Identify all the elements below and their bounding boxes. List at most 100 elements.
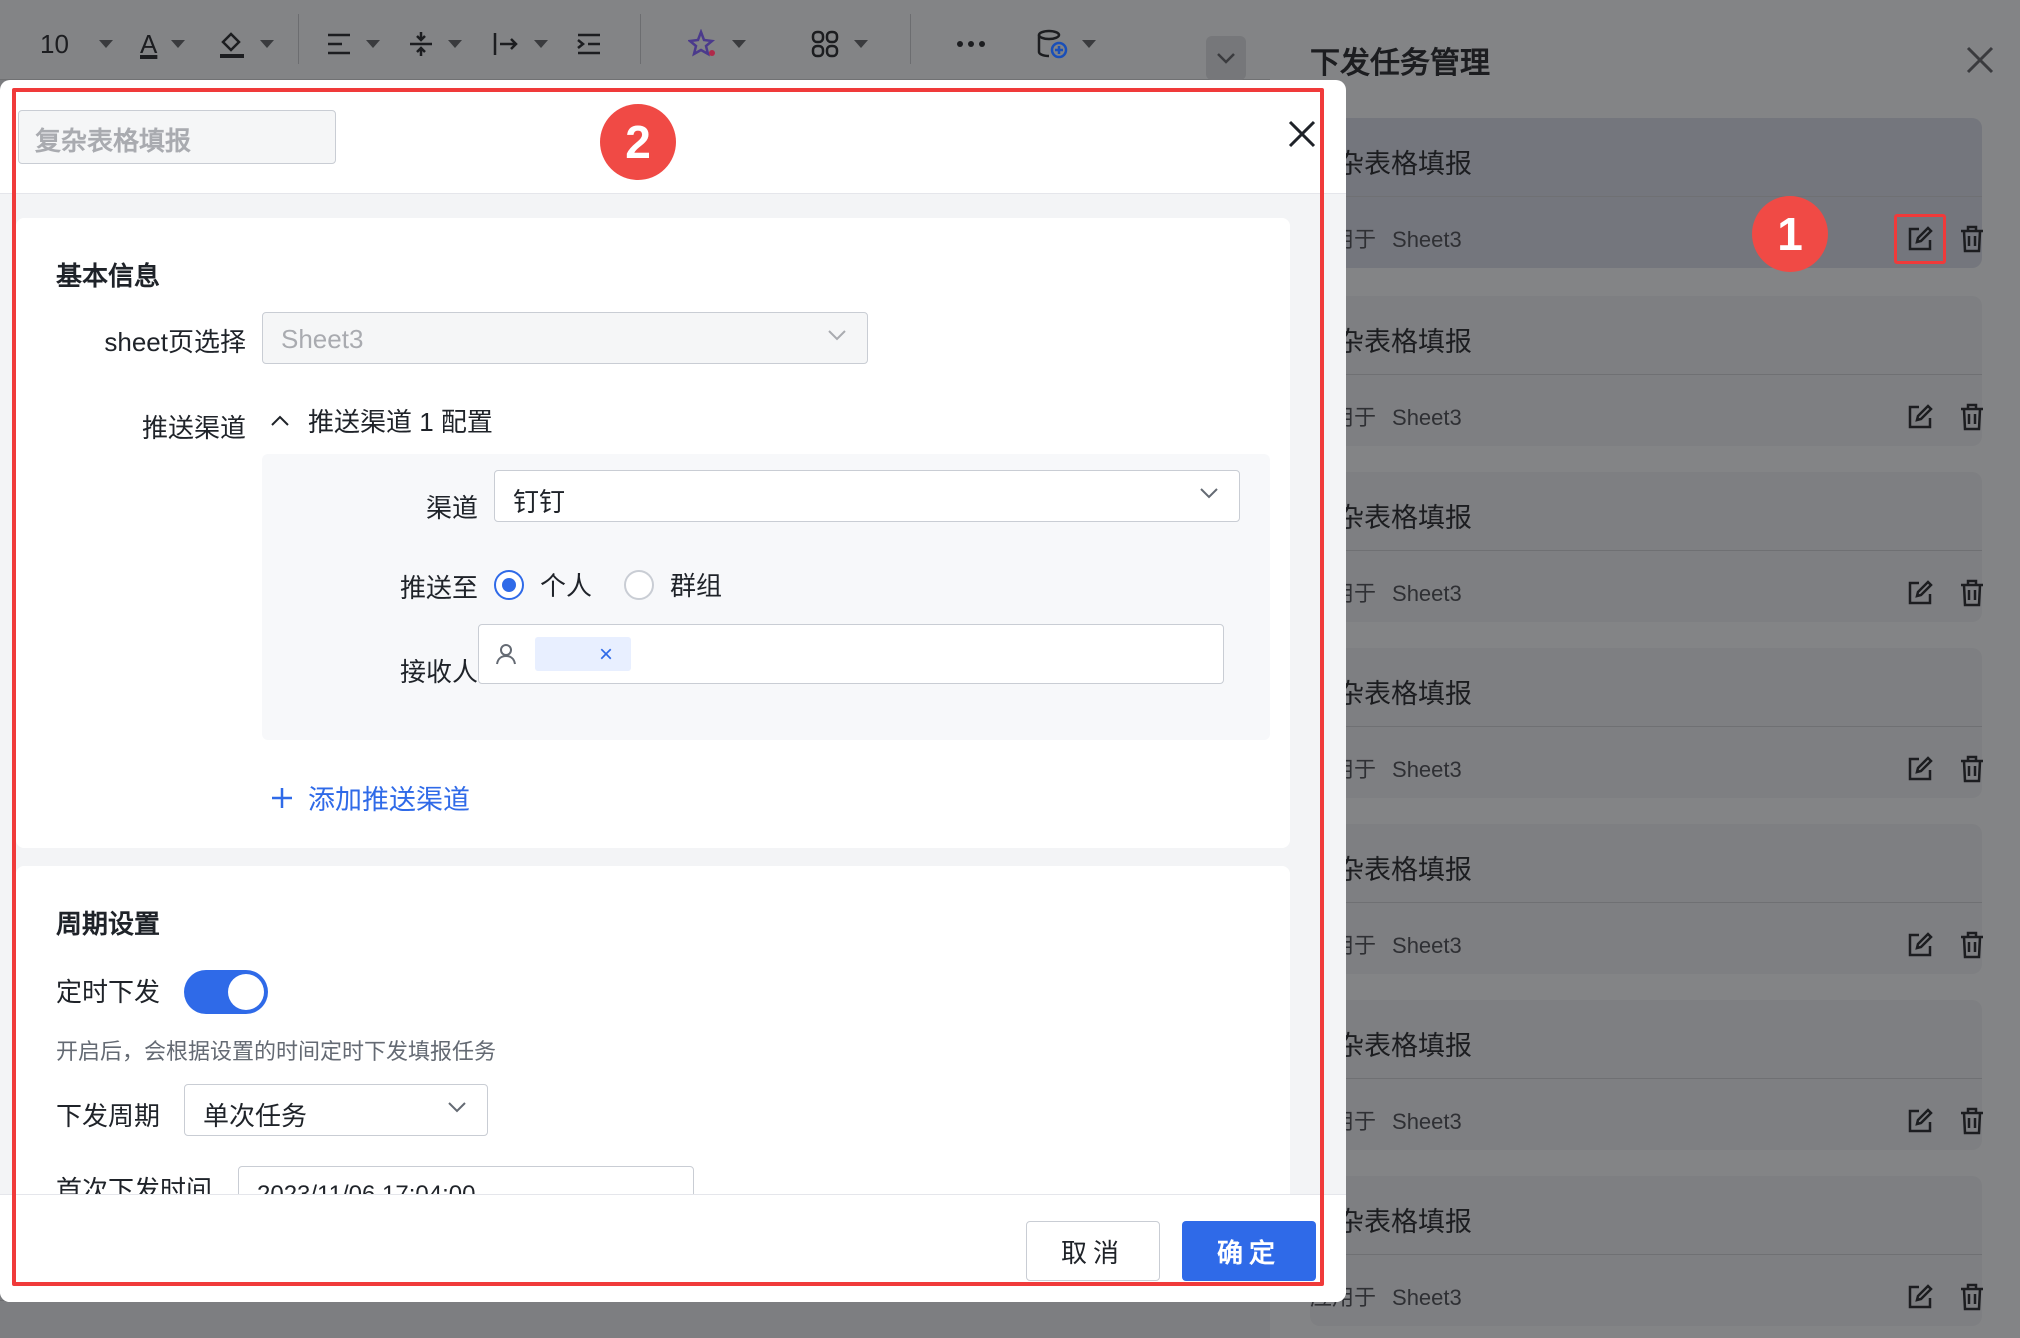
delete-task-button[interactable] xyxy=(1946,214,1998,264)
delete-task-button[interactable] xyxy=(1946,392,1998,442)
vertical-align-button[interactable] xyxy=(408,22,462,66)
add-channel-button[interactable]: 添加推送渠道 xyxy=(270,778,470,817)
task-card[interactable]: 复杂表格填报 应用于Sheet3 xyxy=(1310,118,1983,268)
remove-tag-icon[interactable]: × xyxy=(599,641,613,669)
collapse-toolbar-button[interactable] xyxy=(1206,36,1246,80)
task-sheet: Sheet3 xyxy=(1392,581,1462,606)
trash-icon xyxy=(1961,1107,1983,1135)
user-icon xyxy=(496,644,516,665)
first-time-value: 2023/11/06 17:04:00 xyxy=(257,1181,475,1194)
timed-toggle[interactable] xyxy=(184,970,268,1014)
task-divider xyxy=(1310,196,1982,197)
delete-task-button[interactable] xyxy=(1946,1096,1998,1146)
confirm-button[interactable]: 确定 xyxy=(1182,1221,1316,1281)
align-left-icon xyxy=(328,33,350,55)
grid-apps-icon xyxy=(811,30,839,58)
chevron-down-icon xyxy=(260,40,274,48)
font-size-value: 10 xyxy=(40,28,69,59)
edit-task-button[interactable] xyxy=(1894,744,1946,794)
task-divider xyxy=(1310,374,1982,375)
push-to-group-radio[interactable]: 群组 xyxy=(624,566,722,603)
clipped-first-time-row: 首次下发时间 2023/11/06 17:04:00 xyxy=(0,1166,1346,1194)
receiver-input[interactable]: × xyxy=(478,624,1224,684)
close-icon[interactable] xyxy=(1962,42,1998,78)
radio-unchecked-icon xyxy=(624,569,654,600)
add-task-button[interactable] xyxy=(1036,22,1096,66)
cancel-button[interactable]: 取消 xyxy=(1026,1221,1160,1281)
edit-icon xyxy=(1908,404,1933,429)
edit-task-button[interactable] xyxy=(1894,1272,1946,1322)
font-color-icon: A xyxy=(140,28,158,59)
chevron-down-icon xyxy=(171,40,186,48)
edit-task-button[interactable] xyxy=(1894,392,1946,442)
indent-button[interactable] xyxy=(576,22,602,66)
chevron-down-icon xyxy=(98,40,113,48)
edit-icon xyxy=(1908,580,1933,605)
indent-icon xyxy=(577,33,600,55)
sheet-grid-strip xyxy=(0,1300,1270,1338)
sheet-label: sheet页选择 xyxy=(104,327,246,357)
toolbar-divider xyxy=(298,14,299,64)
dialog-footer: 取消 确定 xyxy=(0,1194,1346,1302)
delete-task-button[interactable] xyxy=(1946,568,1998,618)
channel-select-value: 钉钉 xyxy=(513,487,566,517)
align-button[interactable] xyxy=(326,22,380,66)
first-time-input[interactable]: 2023/11/06 17:04:00 xyxy=(238,1166,694,1194)
channel-select[interactable]: 钉钉 xyxy=(494,470,1240,522)
channel-group-toggle[interactable]: 推送渠道 1 配置 xyxy=(270,402,493,439)
text-wrap-button[interactable] xyxy=(492,22,548,66)
close-icon[interactable] xyxy=(1284,116,1320,152)
fill-color-button[interactable] xyxy=(218,22,274,66)
edit-task-button[interactable] xyxy=(1894,920,1946,970)
task-sheet: Sheet3 xyxy=(1392,1285,1462,1310)
section-title: 周期设置 xyxy=(56,909,161,939)
chevron-down-icon xyxy=(1082,40,1096,48)
more-dots-icon xyxy=(957,41,985,47)
trash-icon xyxy=(1961,931,1983,959)
edit-task-button[interactable] xyxy=(1894,214,1946,264)
task-card[interactable]: 复杂表格填报 应用于Sheet3 xyxy=(1310,1000,1983,1150)
edit-task-button[interactable] xyxy=(1894,1096,1946,1146)
task-divider xyxy=(1310,550,1982,551)
task-card[interactable]: 复杂表格填报 应用于Sheet3 xyxy=(1310,296,1983,446)
step-badge-2: 2 xyxy=(600,104,676,180)
delete-task-button[interactable] xyxy=(1946,920,1998,970)
more-button[interactable] xyxy=(956,22,986,66)
push-to-personal-radio[interactable]: 个人 xyxy=(494,566,592,603)
chevron-up-icon xyxy=(271,415,289,426)
timed-hint: 开启后，会根据设置的时间定时下发填报任务 xyxy=(56,1039,497,1064)
task-card[interactable]: 复杂表格填报 应用于Sheet3 xyxy=(1310,472,1983,622)
conditional-format-button[interactable] xyxy=(688,22,746,66)
task-card[interactable]: 复杂表格填报 应用于Sheet3 xyxy=(1310,824,1983,974)
channel-config-box: 渠道 钉钉 推送至 个人 群组 接收人 xyxy=(262,454,1270,740)
delete-task-button[interactable] xyxy=(1946,744,1998,794)
components-button[interactable] xyxy=(810,22,868,66)
chevron-down-icon xyxy=(448,40,462,48)
font-color-button[interactable]: A xyxy=(140,22,186,66)
edit-task-button[interactable] xyxy=(1894,568,1946,618)
delete-task-button[interactable] xyxy=(1946,1272,1998,1322)
sheet-select[interactable]: Sheet3 xyxy=(262,312,868,364)
edit-icon xyxy=(1908,1284,1933,1309)
task-management-panel: 下发任务管理 复杂表格填报 应用于Sheet3 复杂表格填报 应用于Sheet3… xyxy=(1270,0,2020,1338)
task-card[interactable]: 复杂表格填报 应用于Sheet3 xyxy=(1310,1176,1983,1326)
font-size-select[interactable]: 10 xyxy=(40,22,113,66)
step-badge-1: 1 xyxy=(1752,196,1828,272)
sheet-select-value: Sheet3 xyxy=(281,324,364,354)
chevron-down-icon xyxy=(1200,488,1218,499)
task-card[interactable]: 复杂表格填报 应用于Sheet3 xyxy=(1310,648,1983,798)
task-title-input[interactable]: 复杂表格填报 xyxy=(18,110,336,164)
chevron-down-icon xyxy=(1217,53,1235,64)
radio-label: 群组 xyxy=(670,571,723,601)
task-divider xyxy=(1310,902,1982,903)
trash-icon xyxy=(1961,403,1983,431)
chevron-down-icon xyxy=(854,40,868,48)
plus-icon xyxy=(272,787,292,808)
chevron-down-icon xyxy=(366,40,380,48)
format-toolbar: 10 A xyxy=(0,0,1270,80)
period-select[interactable]: 单次任务 xyxy=(184,1084,488,1136)
toolbar-divider xyxy=(640,14,641,64)
panel-title: 下发任务管理 xyxy=(1310,47,1490,80)
trash-icon xyxy=(1961,1283,1983,1311)
edit-icon xyxy=(1908,1108,1933,1133)
